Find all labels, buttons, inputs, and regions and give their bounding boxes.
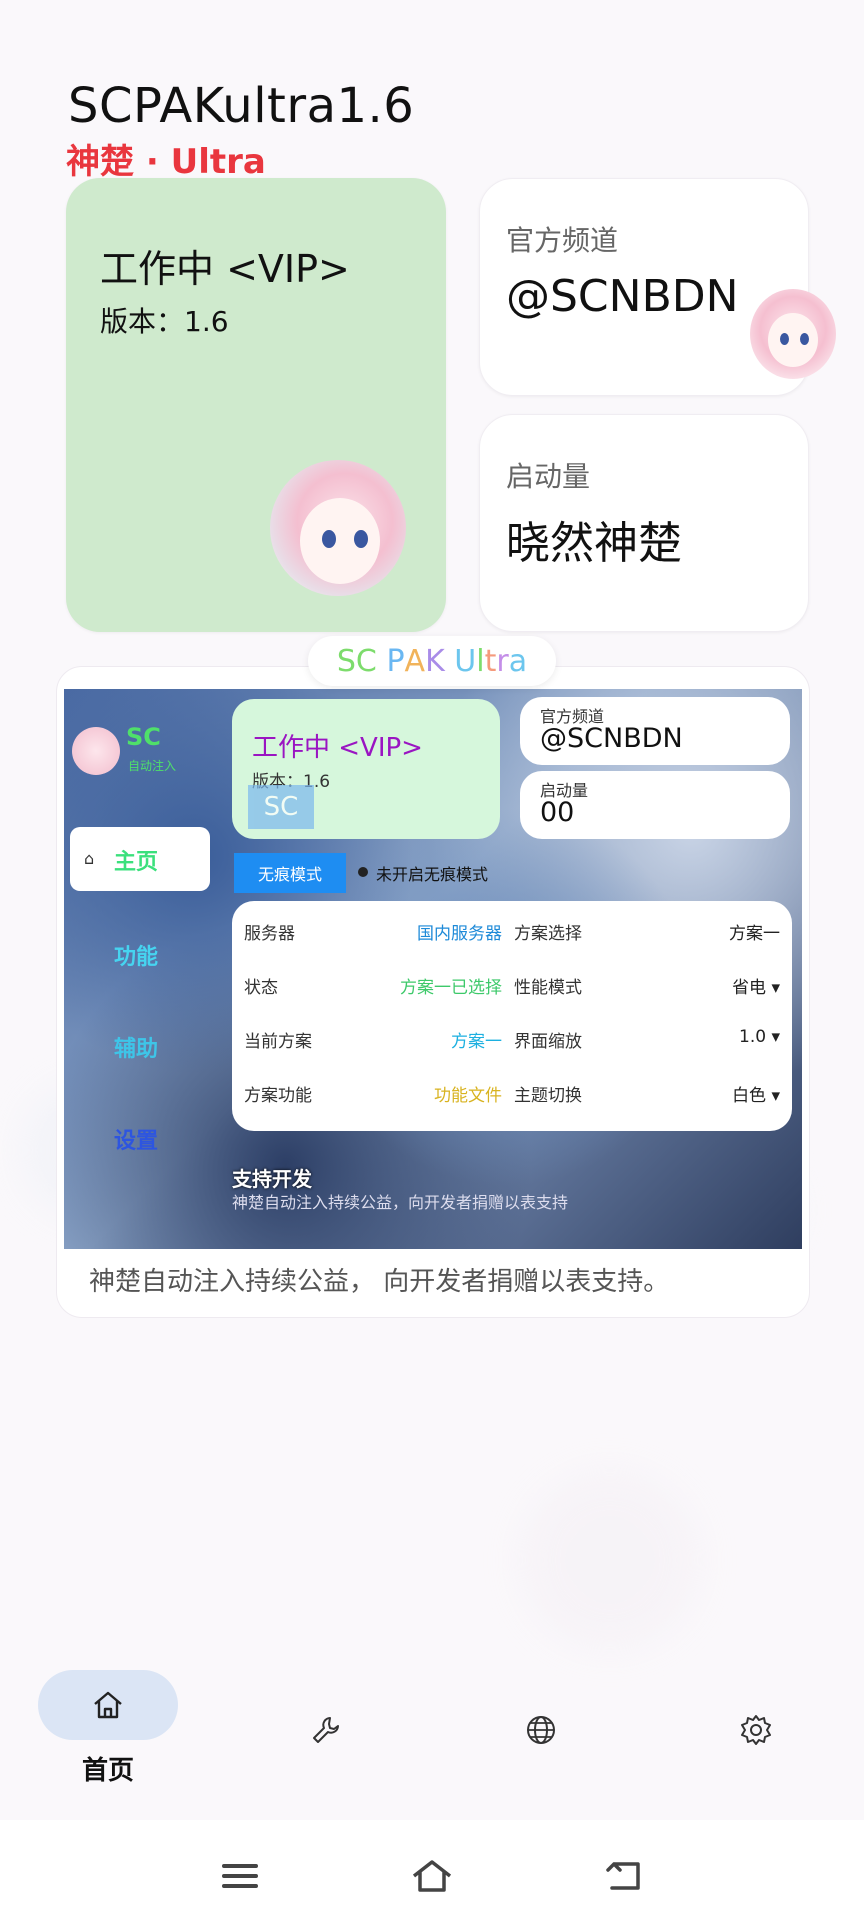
nav-home-label[interactable]: 首页 <box>82 1750 134 1787</box>
mini-nav-function: 功能 <box>114 945 159 970</box>
preview-title-segment: t <box>484 643 497 679</box>
launch-count-card[interactable]: 启动量 晓然神楚 <box>479 414 809 632</box>
preview-title-segment: K <box>425 643 445 679</box>
mini-logo: SC <box>126 723 161 751</box>
mini-row-value: 方案一已选择 <box>400 978 502 998</box>
status-text: 工作中 <VIP> <box>100 247 350 291</box>
mini-channel-card: 官方频道 @SCNBDN <box>520 697 790 765</box>
mini-row-key: 主题切换 <box>514 1086 582 1106</box>
mini-row-value: 国内服务器 <box>417 924 502 944</box>
mini-settings-table: 服务器 国内服务器 方案选择 方案一 状态 方案一已选择 性能模式 省电 ▾ 当前方案 方案一 界面… <box>232 901 792 1131</box>
gear-icon[interactable] <box>736 1710 776 1750</box>
app-subtitle: 神楚 · Ultra <box>66 142 266 182</box>
mini-logo-subtitle: 自动注入 <box>128 759 177 773</box>
mini-row-value: 方案一 <box>729 924 780 944</box>
preview-title-segment: A <box>404 643 426 679</box>
mini-row-key: 性能模式 <box>514 978 582 998</box>
status-card[interactable]: 工作中 <VIP> 版本：1.6 <box>66 178 446 632</box>
mini-row-value: 功能文件 <box>434 1086 502 1106</box>
mini-channel-value: @SCNBDN <box>540 723 683 754</box>
mini-row-key: 界面缩放 <box>514 1032 582 1052</box>
mini-row-key: 服务器 <box>244 924 295 944</box>
mini-support-title: 支持开发 <box>232 1167 312 1191</box>
back-icon[interactable] <box>600 1856 648 1896</box>
mini-table-row: 当前方案 方案一 界面缩放 1.0 ▾ <box>232 1013 792 1065</box>
globe-icon[interactable] <box>521 1710 561 1750</box>
mini-home-icon: ⌂ <box>84 849 95 868</box>
mini-row-key: 当前方案 <box>244 1032 312 1052</box>
system-navigation-bar <box>0 1820 864 1920</box>
mini-row-value: 方案一 <box>451 1032 502 1052</box>
mini-nav-settings: 设置 <box>114 1129 159 1154</box>
wrench-icon[interactable] <box>306 1710 346 1750</box>
preview-title-segment: SC <box>336 643 377 679</box>
mini-stealth-status: 未开启无痕模式 <box>376 865 489 884</box>
preview-title-segment <box>377 644 387 679</box>
home-icon[interactable] <box>88 1685 128 1725</box>
channel-label: 官方频道 <box>506 224 619 257</box>
mini-row-value: 白色 ▾ <box>732 1086 780 1106</box>
channel-avatar <box>750 289 836 379</box>
bottom-navigation: 首页 <box>0 1660 864 1790</box>
preview-title-pill: SC PAK Ultra <box>308 636 556 686</box>
app-title: SCPAKultra1.6 <box>68 78 415 134</box>
official-channel-card[interactable]: 官方频道 @SCNBDN <box>479 178 836 396</box>
mini-sc-badge: SC <box>248 785 314 829</box>
mini-support-desc: 神楚自动注入持续公益，向开发者捐赠以表支持 <box>232 1193 569 1212</box>
preview-title-segment: l <box>476 643 485 679</box>
mini-row-value: 1.0 ▾ <box>739 1027 780 1047</box>
preview-caption: 神楚自动注入持续公益， 向开发者捐赠以表支持。 <box>89 1267 670 1297</box>
preview-title-segment <box>445 644 455 679</box>
mini-row-value: 省电 ▾ <box>732 978 780 998</box>
mini-table-row: 状态 方案一已选择 性能模式 省电 ▾ <box>232 959 792 1011</box>
preview-screenshot: SC 自动注入 ⌂ 主页 功能 辅助 设置 工作中 <VIP> 版本：1.6 S… <box>64 689 802 1249</box>
mini-table-row: 方案功能 功能文件 主题切换 白色 ▾ <box>232 1067 792 1119</box>
preview-title-segment: a <box>508 643 528 679</box>
mini-row-key: 方案选择 <box>514 924 582 944</box>
mini-row-key: 状态 <box>244 978 278 998</box>
menu-icon[interactable] <box>216 1856 264 1896</box>
mini-nav-assist: 辅助 <box>114 1037 159 1062</box>
background-decoration <box>520 1470 700 1650</box>
launch-label: 启动量 <box>506 460 591 493</box>
version-text: 版本：1.6 <box>100 305 229 338</box>
mini-launch-card: 启动量 00 <box>520 771 790 839</box>
mini-nav-home: 主页 <box>114 850 159 875</box>
launch-value: 晓然神楚 <box>506 518 682 569</box>
mini-row-key: 方案功能 <box>244 1086 312 1106</box>
preview-title-segment: r <box>496 643 509 679</box>
preview-title-segment: U <box>454 643 477 679</box>
mini-stealth-button: 无痕模式 <box>234 853 346 893</box>
preview-card[interactable]: SC 自动注入 ⌂ 主页 功能 辅助 设置 工作中 <VIP> 版本：1.6 S… <box>56 666 810 1318</box>
avatar <box>270 460 406 596</box>
mini-status-text: 工作中 <VIP> <box>252 733 423 763</box>
mini-table-row: 服务器 国内服务器 方案选择 方案一 <box>232 905 792 957</box>
mini-avatar <box>72 727 120 775</box>
preview-title-segment: P <box>386 643 405 679</box>
mini-status-dot <box>358 867 368 877</box>
channel-value: @SCNBDN <box>506 271 739 322</box>
system-home-icon[interactable] <box>408 1856 456 1896</box>
mini-launch-value: 00 <box>540 797 575 828</box>
